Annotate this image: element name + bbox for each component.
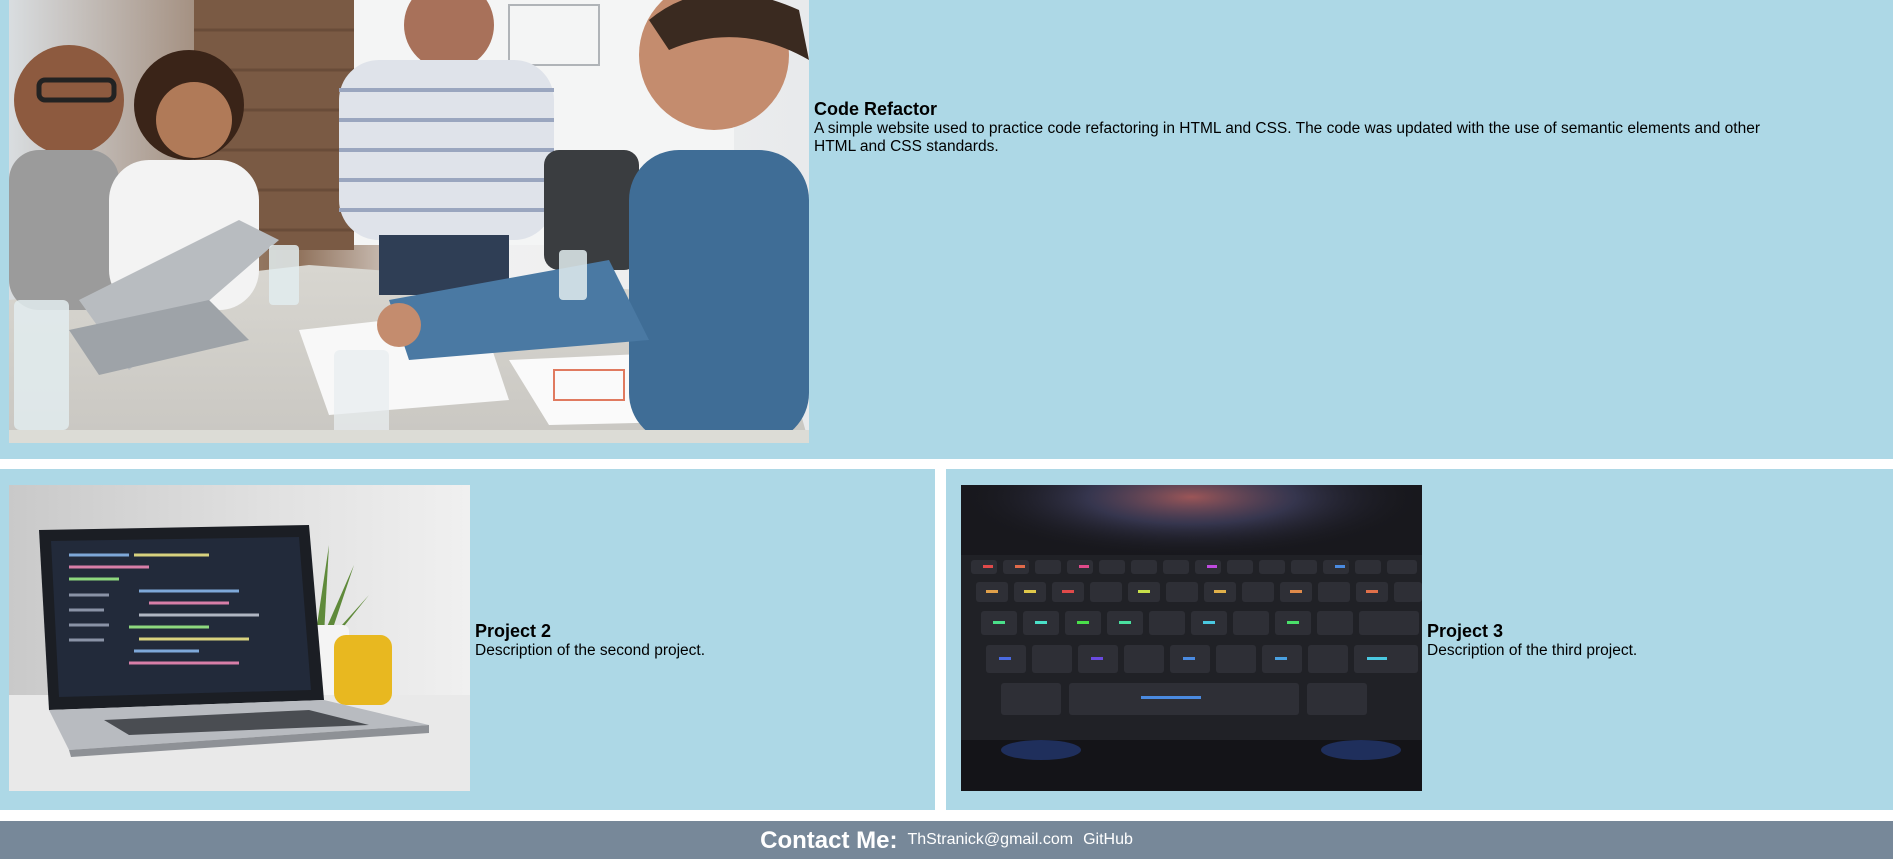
laptop-code-image[interactable] [9,485,470,791]
project-title[interactable]: Project 2 [475,621,925,642]
rgb-keyboard-image[interactable] [961,485,1422,791]
contact-heading: Contact Me: [760,826,898,854]
github-link[interactable]: GitHub [1083,831,1133,849]
contact-footer: Contact Me: ThStranick@gmail.com GitHub [0,821,1893,859]
team-meeting-image[interactable] [9,0,809,443]
project-info-3: Project 3 Description of the third proje… [1427,621,1877,660]
project-description: A simple website used to practice code r… [814,120,1761,155]
project-title[interactable]: Project 3 [1427,621,1877,642]
project-title[interactable]: Code Refactor [814,99,1774,120]
project-info-2: Project 2 Description of the second proj… [475,621,925,660]
email-link[interactable]: ThStranick@gmail.com [907,831,1073,849]
project-description: Description of the second project. [475,642,706,659]
project-description: Description of the third project. [1427,642,1638,659]
project-info-code-refactor: Code Refactor A simple website used to p… [814,99,1774,156]
